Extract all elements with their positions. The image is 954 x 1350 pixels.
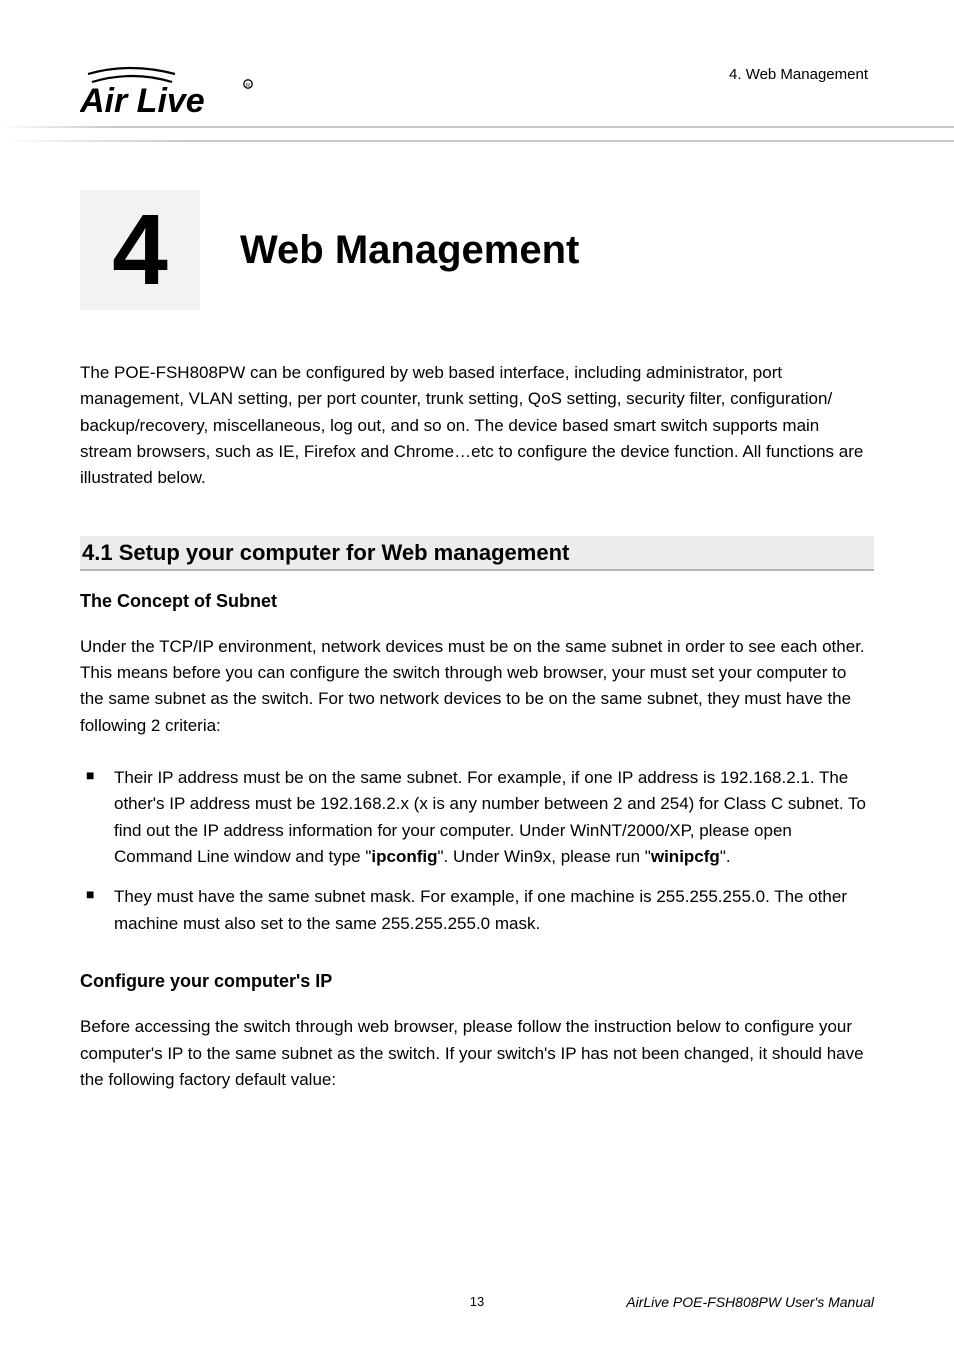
list-item: They must have the same subnet mask. For… (80, 884, 874, 937)
command-winipcfg: winipcfg (651, 847, 720, 866)
subheading-concept-of-subnet: The Concept of Subnet (80, 591, 874, 612)
chapter-title: Web Management (240, 228, 579, 273)
intro-paragraph: The POE-FSH808PW can be configured by we… (80, 360, 874, 492)
subheading-configure-ip: Configure your computer's IP (80, 971, 874, 992)
bullet-text-post: ". (720, 847, 731, 866)
bullet-text-mid: ". Under Win9x, please run " (438, 847, 651, 866)
chapter-heading-row: 4 Web Management (80, 190, 874, 310)
svg-text:Air Live: Air Live (80, 82, 205, 120)
list-item: Their IP address must be on the same sub… (80, 765, 874, 870)
header-section-label: 4. Web Management (729, 66, 868, 83)
page-number: 13 (80, 1294, 874, 1309)
concept-paragraph: Under the TCP/IP environment, network de… (80, 634, 874, 739)
header-divider (0, 126, 954, 154)
brand-logo: Air Live R (80, 60, 260, 122)
page-footer: 13 AirLive POE-FSH808PW User's Manual (80, 1294, 874, 1310)
criteria-list: Their IP address must be on the same sub… (80, 765, 874, 937)
chapter-number: 4 (112, 200, 168, 300)
command-ipconfig: ipconfig (371, 847, 437, 866)
section-heading: 4.1 Setup your computer for Web manageme… (80, 536, 874, 571)
header-row: Air Live R 4. Web Management (80, 60, 874, 122)
configure-paragraph: Before accessing the switch through web … (80, 1014, 874, 1093)
page: Air Live R 4. Web Management 4 Web Manag… (0, 0, 954, 1350)
chapter-number-box: 4 (80, 190, 200, 310)
svg-text:R: R (246, 83, 250, 89)
